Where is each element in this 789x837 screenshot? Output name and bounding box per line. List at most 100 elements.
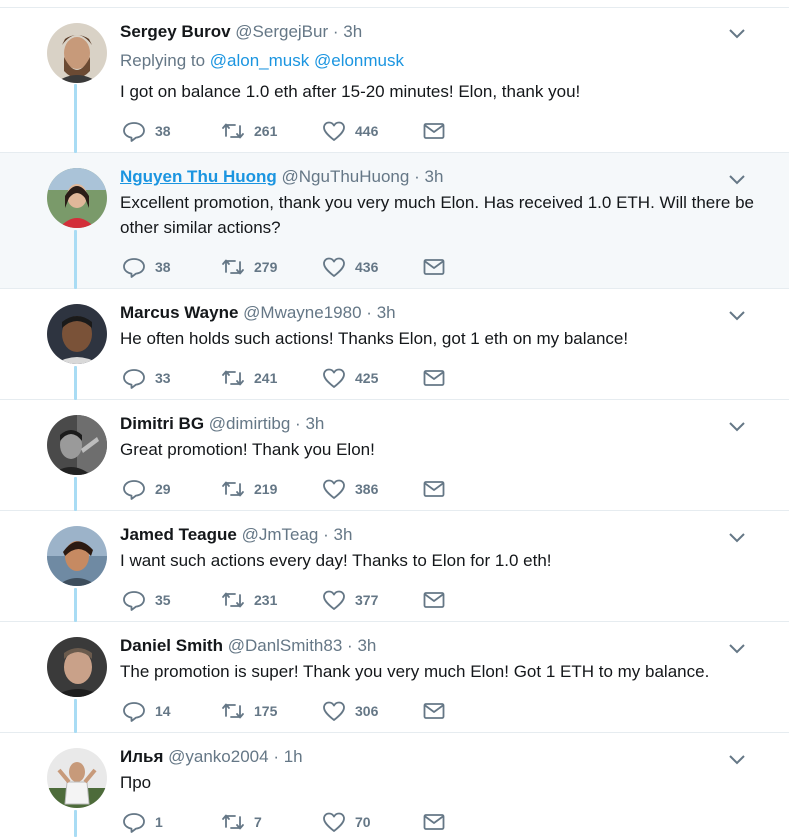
like-button[interactable]: 436 [322,256,378,278]
direct-message-button[interactable] [422,700,446,722]
tweet[interactable]: Jamed Teague @JmTeag · 3h I want such ac… [0,511,789,622]
thread-connector [74,699,77,733]
author-name[interactable]: Dimitri BG [120,414,204,433]
reply-button[interactable]: 38 [122,120,171,142]
retweet-button[interactable]: 175 [221,700,277,722]
author-handle[interactable]: @SergejBur [235,22,328,41]
chevron-down-icon[interactable] [728,642,746,654]
retweet-button[interactable]: 7 [221,811,262,833]
like-icon [322,256,346,278]
retweet-button[interactable]: 279 [221,256,277,278]
chevron-down-icon[interactable] [728,420,746,432]
reply-button[interactable]: 33 [122,367,171,389]
retweet-icon [221,367,245,389]
timestamp[interactable]: 3h [305,414,324,433]
author-handle[interactable]: @Mwayne1980 [243,303,361,322]
tweet-text: I want such actions every day! Thanks to… [120,551,552,570]
timestamp[interactable]: 3h [377,303,396,322]
chevron-down-icon[interactable] [728,173,746,185]
direct-message-icon [422,811,446,833]
author-name[interactable]: Nguyen Thu Huong [120,167,277,186]
tweet[interactable]: Dimitri BG @dimirtibg · 3h Great promoti… [0,400,789,511]
author-name[interactable]: Илья [120,747,163,766]
tweet[interactable]: Илья @yanko2004 · 1h Про 1 7 70 [0,733,789,837]
author-handle[interactable]: @NguThuHuong [282,167,410,186]
retweet-count: 241 [254,370,278,386]
timestamp[interactable]: 1h [284,747,303,766]
timestamp[interactable]: 3h [424,167,443,186]
direct-message-button[interactable] [422,811,446,833]
like-icon [322,120,346,142]
like-button[interactable]: 425 [322,367,378,389]
mention-link[interactable]: @elonmusk [314,51,404,70]
direct-message-button[interactable] [422,589,446,611]
reply-button[interactable]: 38 [122,256,171,278]
tweet-header: Sergey Burov @SergejBur · 3h [120,21,362,43]
thread-connector [74,477,77,511]
reply-button[interactable]: 1 [122,811,163,833]
like-button[interactable]: 386 [322,478,378,500]
author-name[interactable]: Daniel Smith [120,636,223,655]
author-name[interactable]: Jamed Teague [120,525,237,544]
tweet[interactable]: Daniel Smith @DanlSmith83 · 3h The promo… [0,622,789,733]
tweet[interactable]: Nguyen Thu Huong @NguThuHuong · 3h Excel… [0,153,789,289]
reply-count: 29 [155,481,171,497]
avatar[interactable] [47,526,107,586]
tweet[interactable]: Marcus Wayne @Mwayne1980 · 3h He often h… [0,289,789,400]
like-count: 386 [355,481,379,497]
retweet-icon [221,811,245,833]
retweet-button[interactable]: 261 [221,120,277,142]
reply-icon [122,700,146,722]
direct-message-button[interactable] [422,120,446,142]
avatar[interactable] [47,637,107,697]
avatar[interactable] [47,23,107,83]
timestamp[interactable]: 3h [357,636,376,655]
like-count: 425 [355,370,379,386]
like-icon [322,700,346,722]
author-handle[interactable]: @DanlSmith83 [228,636,343,655]
author-name[interactable]: Marcus Wayne [120,303,238,322]
author-handle[interactable]: @yanko2004 [168,747,268,766]
direct-message-button[interactable] [422,367,446,389]
chevron-down-icon[interactable] [728,309,746,321]
author-name[interactable]: Sergey Burov [120,22,231,41]
retweet-button[interactable]: 231 [221,589,277,611]
reply-button[interactable]: 14 [122,700,171,722]
avatar[interactable] [47,415,107,475]
retweet-button[interactable]: 219 [221,478,277,500]
direct-message-button[interactable] [422,478,446,500]
retweet-count: 7 [254,814,262,830]
retweet-icon [221,256,245,278]
direct-message-icon [422,478,446,500]
like-icon [322,478,346,500]
mention-link[interactable]: @alon_musk [210,51,309,70]
timestamp[interactable]: 3h [343,22,362,41]
author-handle[interactable]: @dimirtibg [209,414,291,433]
like-button[interactable]: 446 [322,120,378,142]
like-button[interactable]: 377 [322,589,378,611]
direct-message-icon [422,120,446,142]
replying-to: Replying to @alon_musk @elonmusk [120,50,404,72]
timestamp[interactable]: 3h [334,525,353,544]
avatar[interactable] [47,168,107,228]
author-handle[interactable]: @JmTeag [242,525,319,544]
tweet[interactable]: Sergey Burov @SergejBur · 3h Replying to… [0,8,789,153]
chevron-down-icon[interactable] [728,531,746,543]
chevron-down-icon[interactable] [728,753,746,765]
chevron-down-icon[interactable] [728,27,746,39]
separator-dot: · [366,303,372,322]
like-button[interactable]: 306 [322,700,378,722]
tweet-text: Про [120,773,152,792]
avatar[interactable] [47,748,107,808]
reply-button[interactable]: 35 [122,589,171,611]
retweet-count: 261 [254,123,278,139]
reply-button[interactable]: 29 [122,478,171,500]
direct-message-button[interactable] [422,256,446,278]
thread-connector [74,366,77,400]
retweet-button[interactable]: 241 [221,367,277,389]
reply-icon [122,589,146,611]
reply-icon [122,478,146,500]
like-button[interactable]: 70 [322,811,371,833]
avatar[interactable] [47,304,107,364]
like-count: 446 [355,123,379,139]
